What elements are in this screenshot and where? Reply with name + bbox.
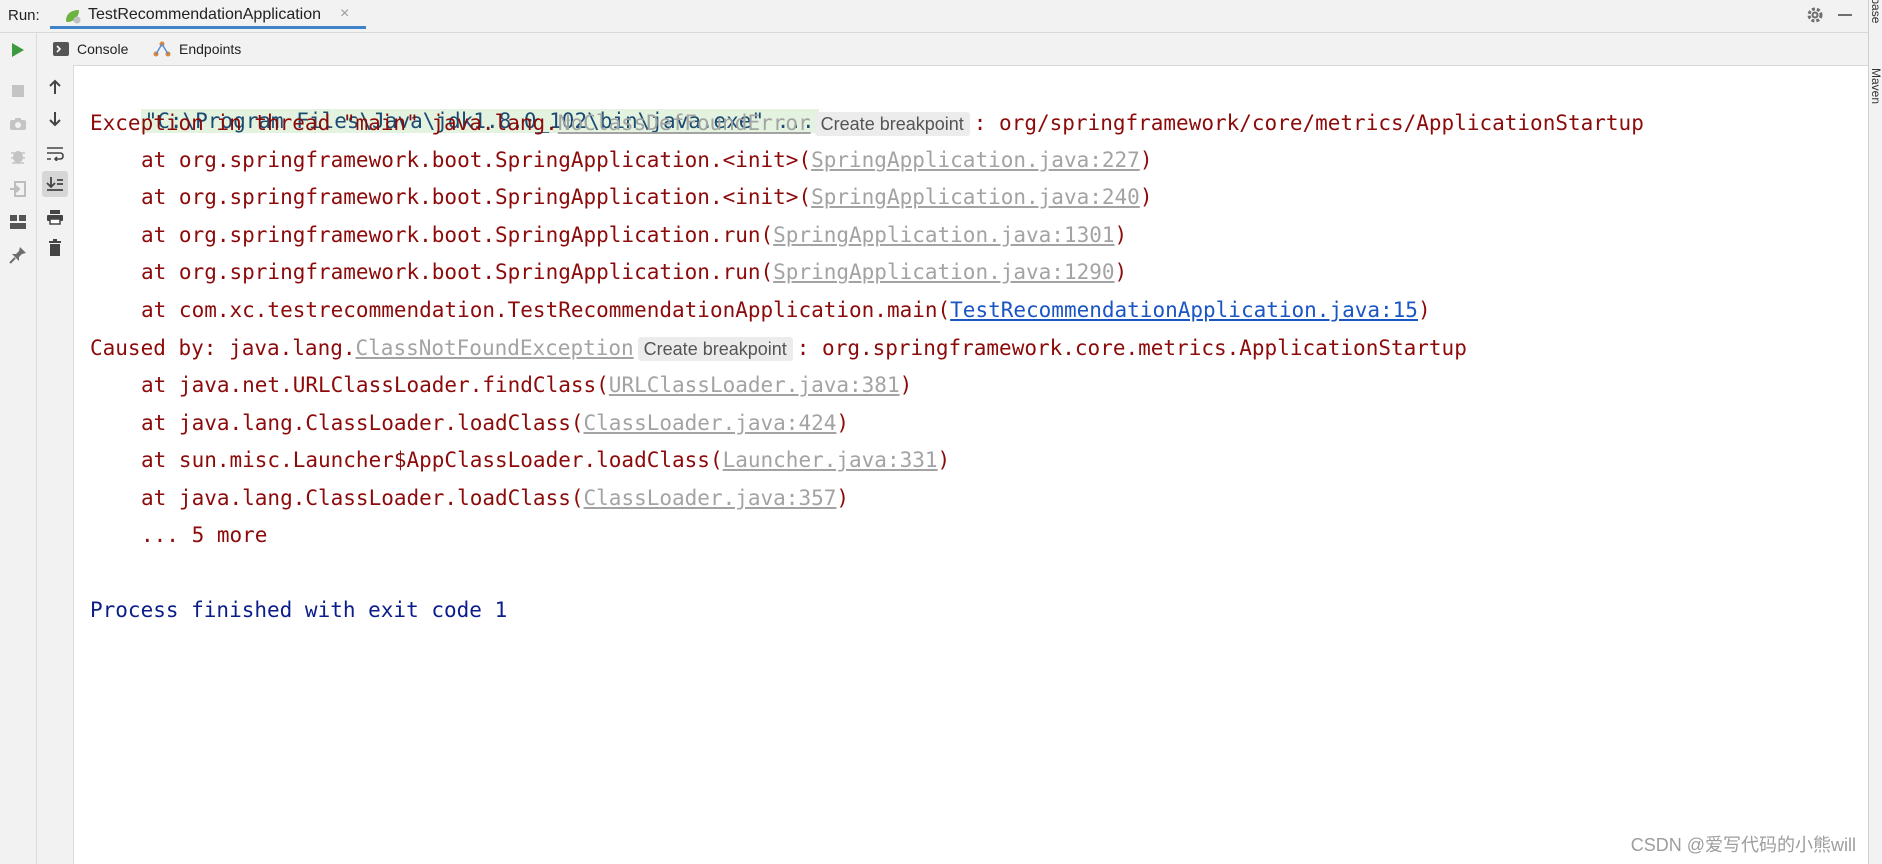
stack-frame-suffix: ): [836, 411, 850, 435]
caused-by-message: : org.springframework.core.metrics.Appli…: [796, 336, 1467, 360]
layout-button[interactable]: [5, 209, 31, 235]
database-tool-label[interactable]: Database: [1869, 0, 1882, 23]
exception-line: Exception in thread "main" java.lang.NoC…: [90, 106, 1644, 140]
source-link[interactable]: SpringApplication.java:1290: [773, 260, 1114, 284]
source-link-user-code[interactable]: TestRecommendationApplication.java:15: [950, 298, 1418, 322]
endpoints-icon: [153, 41, 171, 57]
stack-trace-line: at org.springframework.boot.SpringApplic…: [141, 218, 1127, 252]
stack-frame-text: at java.net.URLClassLoader.findClass(: [141, 373, 609, 397]
clear-all-button[interactable]: [42, 235, 68, 261]
stack-frame-suffix: ): [1114, 260, 1128, 284]
source-link[interactable]: ClassLoader.java:357: [584, 486, 837, 510]
stack-frame-text: at sun.misc.Launcher$AppClassLoader.load…: [141, 448, 723, 472]
stop-icon: [12, 85, 24, 97]
printer-icon: [47, 210, 63, 225]
exception-class-link[interactable]: NoClassDefFoundError: [558, 111, 811, 135]
pin-tab-button[interactable]: [5, 242, 31, 268]
source-link[interactable]: SpringApplication.java:240: [811, 185, 1140, 209]
create-breakpoint-button[interactable]: Create breakpoint: [814, 112, 970, 136]
console-icon: [53, 42, 69, 56]
pin-icon: [9, 247, 26, 264]
stack-trace-line: at sun.misc.Launcher$AppClassLoader.load…: [141, 443, 950, 477]
trash-icon: [49, 239, 61, 256]
console-command-line: "C:\Program Files\Java\jdk1.8.0_102\bin\…: [90, 70, 819, 133]
source-link[interactable]: URLClassLoader.java:381: [609, 373, 900, 397]
arrow-down-icon: [49, 112, 61, 127]
stack-frame-text: at org.springframework.boot.SpringApplic…: [141, 223, 774, 247]
console-actions-toolbar: [37, 65, 74, 864]
gear-icon[interactable]: [1806, 6, 1824, 24]
maven-tool-label[interactable]: Maven: [1869, 68, 1882, 104]
minimize-icon[interactable]: [1838, 14, 1852, 16]
stack-frame-text: at java.lang.ClassLoader.loadClass(: [141, 411, 584, 435]
run-tab-title: TestRecommendationApplication: [88, 6, 322, 23]
stack-frame-text: at org.springframework.boot.SpringApplic…: [141, 260, 774, 284]
tab-console-label: Console: [77, 41, 129, 57]
print-button[interactable]: [42, 204, 68, 230]
scroll-to-end-icon: [46, 177, 63, 191]
scroll-to-end-button[interactable]: [42, 171, 68, 197]
debug-button[interactable]: [5, 143, 31, 169]
run-configuration-tab[interactable]: TestRecommendationApplication ×: [50, 0, 366, 29]
exception-prefix: Exception in thread "main" java.lang.: [90, 111, 558, 135]
stack-frame-text: at com.xc.testrecommendation.TestRecomme…: [141, 298, 951, 322]
stack-frame-suffix: ): [1114, 223, 1128, 247]
stack-frame-text: at org.springframework.boot.SpringApplic…: [141, 185, 812, 209]
stack-frame-text: at java.lang.ClassLoader.loadClass(: [141, 486, 584, 510]
login-icon: [10, 181, 26, 197]
more-frames-line: ... 5 more: [141, 523, 268, 547]
source-link[interactable]: SpringApplication.java:1301: [773, 223, 1114, 247]
caused-by-prefix: Caused by: java.lang.: [90, 336, 356, 360]
rerun-button[interactable]: [5, 37, 31, 63]
arrow-up-icon: [49, 79, 61, 94]
run-toolbar: Run: TestRecommendationApplication ×: [0, 0, 1868, 33]
stack-trace-line: at org.springframework.boot.SpringApplic…: [141, 180, 1152, 214]
source-link[interactable]: Launcher.java:331: [723, 448, 938, 472]
stack-frame-suffix: ): [836, 486, 850, 510]
caused-class-link[interactable]: ClassNotFoundException: [356, 336, 634, 360]
bug-icon: [11, 151, 25, 164]
right-tool-strip: Database Maven: [1868, 0, 1882, 864]
tab-console[interactable]: Console: [53, 33, 128, 65]
restore-layout-button[interactable]: [5, 176, 31, 202]
create-breakpoint-button[interactable]: Create breakpoint: [637, 337, 793, 361]
play-icon: [12, 43, 24, 57]
stack-trace-line: at java.lang.ClassLoader.loadClass(Class…: [141, 481, 849, 515]
scroll-up-button[interactable]: [42, 74, 68, 100]
run-label: Run:: [8, 7, 40, 24]
stack-frame-suffix: ): [899, 373, 913, 397]
close-icon[interactable]: ×: [340, 5, 349, 23]
stack-trace-line: at java.net.URLClassLoader.findClass(URL…: [141, 368, 912, 402]
caused-by-line: Caused by: java.lang.ClassNotFoundExcept…: [90, 331, 1467, 365]
soft-wrap-icon: [47, 147, 64, 161]
tab-endpoints[interactable]: Endpoints: [153, 33, 241, 65]
stack-trace-line: at java.lang.ClassLoader.loadClass(Class…: [141, 406, 849, 440]
run-inner-tabs: Console Endpoints: [37, 33, 1868, 66]
stack-frame-suffix: ): [937, 448, 951, 472]
layout-icon: [10, 215, 26, 229]
console-output[interactable]: "C:\Program Files\Java\jdk1.8.0_102\bin\…: [74, 68, 1864, 828]
tab-endpoints-label: Endpoints: [179, 41, 242, 57]
stack-trace-line: at org.springframework.boot.SpringApplic…: [141, 255, 1127, 289]
stack-frame-suffix: ): [1139, 185, 1153, 209]
source-link[interactable]: SpringApplication.java:227: [811, 148, 1140, 172]
csdn-watermark: CSDN @爱写代码的小熊will: [1630, 835, 1856, 855]
stack-trace-line: at com.xc.testrecommendation.TestRecomme…: [141, 293, 1431, 327]
spring-boot-icon: [66, 10, 81, 24]
run-actions-toolbar: [0, 33, 37, 864]
soft-wrap-button[interactable]: [42, 140, 68, 166]
stack-frame-suffix: ): [1417, 298, 1431, 322]
dump-threads-button[interactable]: [5, 111, 31, 137]
camera-icon: [10, 118, 26, 130]
process-finished-line: Process finished with exit code 1: [90, 598, 508, 622]
source-link[interactable]: ClassLoader.java:424: [584, 411, 837, 435]
stack-frame-text: at org.springframework.boot.SpringApplic…: [141, 148, 812, 172]
stack-trace-line: at org.springframework.boot.SpringApplic…: [141, 143, 1152, 177]
stack-frame-suffix: ): [1139, 148, 1153, 172]
stop-button[interactable]: [5, 78, 31, 104]
scroll-down-button[interactable]: [42, 106, 68, 132]
exception-message: : org/springframework/core/metrics/Appli…: [973, 111, 1644, 135]
